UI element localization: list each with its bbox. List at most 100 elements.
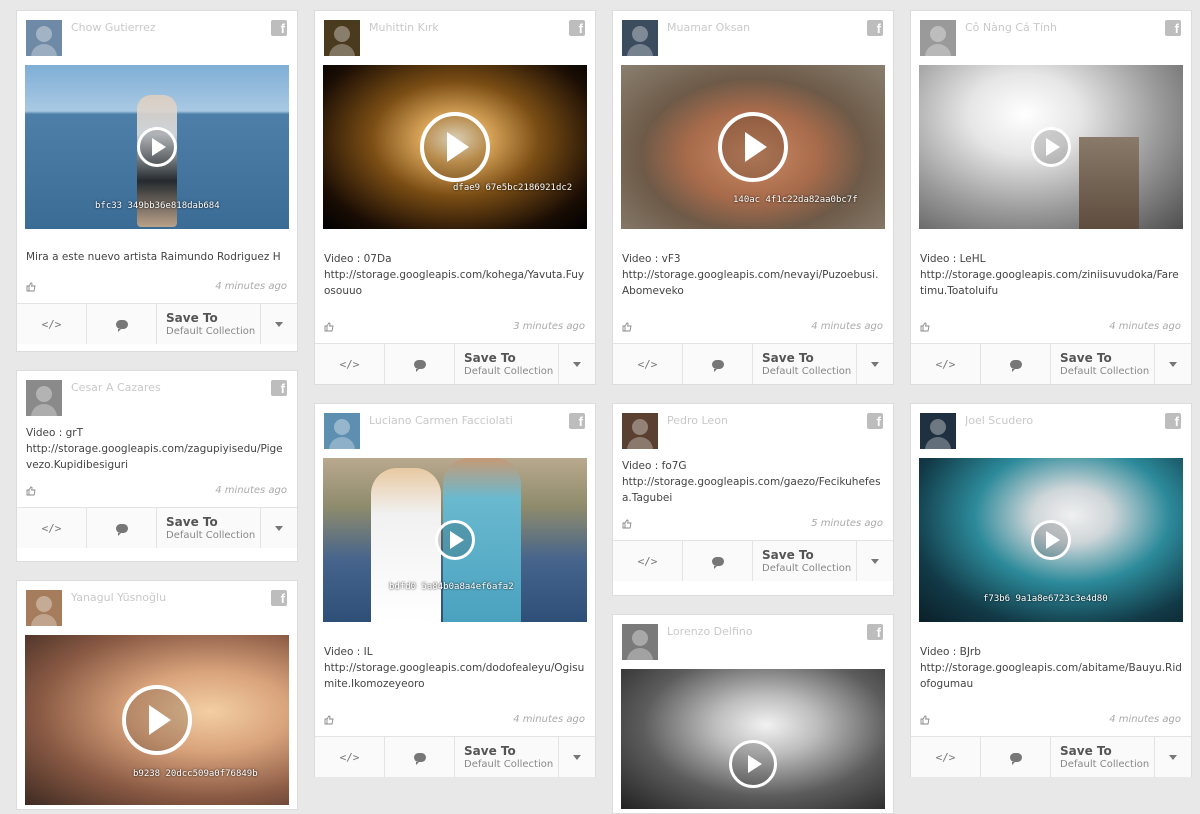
save-to-button[interactable]: Save To Default Collection [1051,737,1155,777]
comment-button[interactable] [87,304,157,344]
comment-button[interactable] [385,344,455,384]
facebook-icon[interactable]: f [1165,20,1181,36]
facebook-icon[interactable]: f [271,20,287,36]
comment-button[interactable] [683,344,753,384]
save-to-button[interactable]: Save To Default Collection [455,737,559,777]
video-thumbnail[interactable]: bfc33 349bb36e818dab684 [25,65,289,229]
post-card: Yanagul Yüsnoğlu f b9238 20dcc509a0f7684… [16,580,298,810]
play-button[interactable] [435,520,475,560]
collection-dropdown[interactable] [857,541,893,581]
avatar[interactable] [622,413,658,449]
embed-button[interactable]: </> [17,304,87,344]
video-thumbnail[interactable]: dfae9 67e5bc2186921dc2 [323,65,587,229]
avatar[interactable] [622,20,658,56]
embed-button[interactable]: </> [315,344,385,384]
author-name[interactable]: Luciano Carmen Facciolati [369,414,513,427]
collection-dropdown[interactable] [261,304,297,344]
avatar[interactable] [324,20,360,56]
play-button[interactable] [729,740,777,788]
play-button[interactable] [420,112,490,182]
embed-button[interactable]: </> [315,737,385,777]
thumbs-up-icon[interactable] [26,486,36,496]
save-to-button[interactable]: Save To Default Collection [157,304,261,344]
embed-button[interactable]: </> [17,508,87,548]
play-button[interactable] [137,127,177,167]
video-thumbnail[interactable]: b9238 20dcc509a0f76849b [25,635,289,805]
facebook-icon[interactable]: f [271,590,287,606]
avatar[interactable] [26,20,62,56]
collection-dropdown[interactable] [857,344,893,384]
collection-dropdown[interactable] [1155,344,1191,384]
thumbs-up-icon[interactable] [920,715,930,725]
comment-button[interactable] [87,508,157,548]
collection-dropdown[interactable] [1155,737,1191,777]
card-header: Chow Gutierrez f [17,11,297,65]
embed-button[interactable]: </> [911,344,981,384]
thumbs-up-icon[interactable] [622,322,632,332]
thumbs-up-icon[interactable] [324,715,334,725]
save-to-button[interactable]: Save To Default Collection [753,344,857,384]
save-to-button[interactable]: Save To Default Collection [1051,344,1155,384]
play-button[interactable] [1031,127,1071,167]
video-thumbnail[interactable] [919,65,1183,229]
author-name[interactable]: Muhittin Kırk [369,21,439,34]
embed-button[interactable]: </> [613,344,683,384]
post-description: Video : grT http://storage.googleapis.co… [26,427,283,471]
facebook-icon[interactable]: f [569,20,585,36]
author-name[interactable]: Chow Gutierrez [71,21,156,34]
embed-button[interactable]: </> [911,737,981,777]
video-thumbnail[interactable]: 140ac 4f1c22da82aa0bc7f [621,65,885,229]
collection-dropdown[interactable] [559,344,595,384]
card-header: Pedro Leon f [613,404,893,458]
avatar[interactable] [920,413,956,449]
author-name[interactable]: Muamar Oksan [667,21,750,34]
author-name[interactable]: Lorenzo Delfino [667,625,753,638]
thumbs-up-icon[interactable] [622,519,632,529]
timestamp: 4 minutes ago [1109,714,1181,725]
save-to-label: Save To [464,743,516,758]
facebook-icon[interactable]: f [271,380,287,396]
play-button[interactable] [122,685,192,755]
avatar[interactable] [622,624,658,660]
comment-button[interactable] [981,737,1051,777]
avatar[interactable] [324,413,360,449]
video-thumbnail[interactable] [621,669,885,809]
video-thumbnail[interactable]: bdfd0 5a84b0a8a4ef6afa2 [323,458,587,622]
video-thumbnail[interactable]: f73b6 9a1a8e6723c3e4d80 [919,458,1183,622]
author-name[interactable]: Joel Scudero [965,414,1033,427]
play-button[interactable] [1031,520,1071,560]
facebook-icon[interactable]: f [867,413,883,429]
thumbs-up-icon[interactable] [26,282,36,292]
comment-button[interactable] [385,737,455,777]
author-name[interactable]: Cô Nàng Cá Tính [965,21,1057,34]
embed-button[interactable]: </> [613,541,683,581]
collection-dropdown[interactable] [261,508,297,548]
author-name[interactable]: Pedro Leon [667,414,728,427]
save-to-button[interactable]: Save To Default Collection [157,508,261,548]
thumbs-up-icon[interactable] [920,322,930,332]
play-button[interactable] [718,112,788,182]
box-figure [1079,137,1139,229]
chevron-down-icon [871,361,879,367]
media-code: dfae9 67e5bc2186921dc2 [453,183,573,193]
collection-dropdown[interactable] [559,737,595,777]
avatar[interactable] [26,590,62,626]
card-header: Muhittin Kırk f [315,11,595,65]
save-to-button[interactable]: Save To Default Collection [455,344,559,384]
thumbs-up-icon[interactable] [324,322,334,332]
facebook-icon[interactable]: f [867,20,883,36]
comment-button[interactable] [981,344,1051,384]
code-icon: </> [637,357,658,371]
save-to-label: Save To [762,547,814,562]
avatar[interactable] [920,20,956,56]
comment-button[interactable] [683,541,753,581]
facebook-icon[interactable]: f [1165,413,1181,429]
facebook-icon[interactable]: f [569,413,585,429]
save-to-button[interactable]: Save To Default Collection [753,541,857,581]
facebook-icon[interactable]: f [867,624,883,640]
author-name[interactable]: Yanagul Yüsnoğlu [71,591,166,604]
chevron-down-icon [275,321,283,327]
avatar[interactable] [26,380,62,416]
card-header: Joel Scudero f [911,404,1191,458]
author-name[interactable]: Cesar A Cazares [71,381,161,394]
